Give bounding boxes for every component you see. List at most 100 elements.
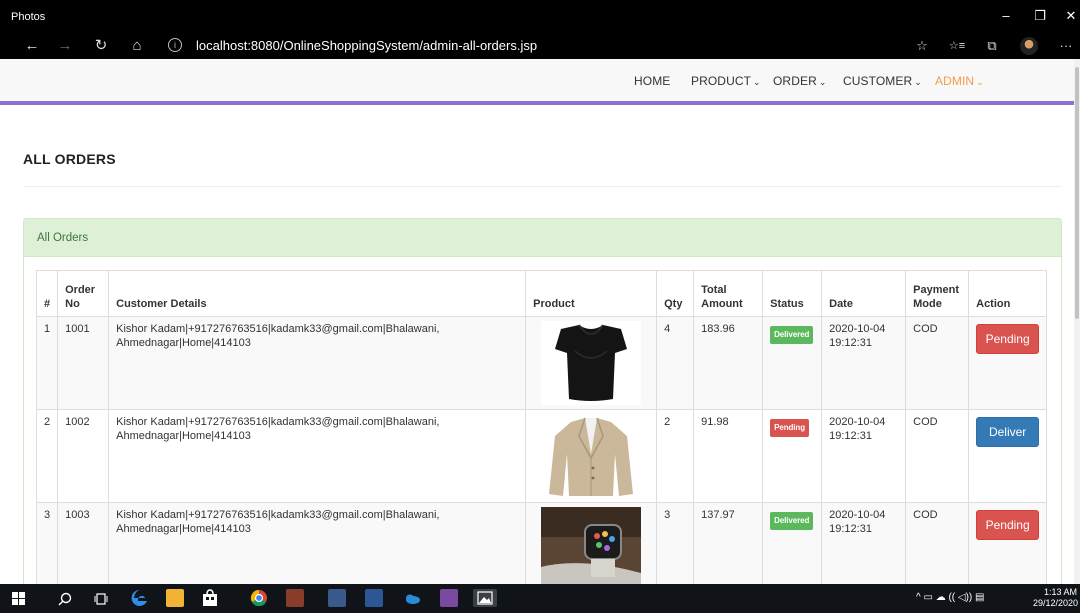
total-amount: 137.97 [693,502,764,584]
chevron-down-icon: ⌄ [753,77,761,87]
action-cell: Deliver [968,409,1048,503]
clock-time: 1:13 AM [1043,587,1077,597]
store-icon[interactable] [201,589,219,607]
favorites-list-icon[interactable]: ☆≡ [944,36,970,56]
back-button[interactable]: ← [22,36,42,56]
system-tray-icons[interactable]: ^ ▭ ☁ (( ◁)) ▤ [916,592,985,603]
taskbar: ^ ▭ ☁ (( ◁)) ▤ 1:13 AM 29/12/2020 [0,584,1080,613]
nav-customer[interactable]: CUSTOMER ⌄ [843,74,922,88]
nav-home-label: HOME [634,74,671,88]
customer-line-1: Kishor Kadam|+917276763516|kadamk33@gmai… [116,509,440,521]
page-title: ALL ORDERS [23,151,116,167]
time: 19:12:31 [829,523,872,535]
app-icon[interactable] [440,589,458,607]
app-icon[interactable] [328,589,346,607]
edge-browser-icon[interactable] [131,589,149,607]
nav-home[interactable]: HOME [634,74,670,88]
favorite-star-icon[interactable]: ☆ [912,36,932,56]
maximize-button[interactable]: ❐ [1032,8,1048,24]
customer-line-2: Ahmednagar|Home|414103 [116,337,251,349]
row-num: 2 [35,409,59,503]
close-window-button[interactable]: ✕ [1063,8,1079,24]
status-badge: Delivered [770,326,814,344]
date: 2020-10-04 [829,509,886,521]
address-bar[interactable]: localhost:8080/OnlineShoppingSystem/admi… [196,38,537,53]
photos-app-icon[interactable] [473,589,497,607]
order-date: 2020-10-04 19:12:31 [821,409,907,503]
nav-product-label: PRODUCT [691,74,752,88]
customer-line-1: Kishor Kadam|+917276763516|kadamk33@gmai… [116,323,440,335]
payment-mode: COD [905,502,970,584]
customer-line-1: Kishor Kadam|+917276763516|kadamk33@gmai… [116,416,440,428]
chevron-down-icon: ⌄ [914,77,922,87]
pending-button[interactable]: Pending [976,324,1040,354]
beige-blazer-image [541,414,642,498]
screen: Photos – ❐ ✕ ← → ↻ ⌂ i localhost:8080/On… [0,0,1080,613]
qty: 4 [656,316,695,410]
task-view-icon[interactable] [94,592,108,606]
home-button[interactable]: ⌂ [127,36,147,56]
refresh-button[interactable]: ↻ [91,36,111,56]
nav-customer-label: CUSTOMER [843,74,913,88]
nav-order[interactable]: ORDER ⌄ [773,74,827,88]
orders-panel: All Orders # Order No Customer Details P… [23,218,1062,584]
date: 2020-10-04 [829,416,886,428]
minimize-button[interactable]: – [998,8,1014,24]
word-icon[interactable] [365,589,383,607]
windows-start-icon[interactable] [12,592,25,605]
deliver-button[interactable]: Deliver [976,417,1040,447]
product-cell [525,316,658,410]
customer-details: Kishor Kadam|+917276763516|kadamk33@gmai… [108,316,527,410]
table-row: 1 1001 Kishor Kadam|+917276763516|kadamk… [35,316,1048,410]
black-top-image [541,321,642,405]
pending-button[interactable]: Pending [976,510,1040,540]
forward-button[interactable]: → [55,36,75,56]
col-header-customer: Customer Details [108,270,527,317]
browser-toolbar: ← → ↻ ⌂ i localhost:8080/OnlineShoppingS… [0,33,1080,59]
action-cell: Pending [968,316,1048,410]
qty: 3 [656,502,695,584]
game-app-icon[interactable] [286,589,304,607]
payment-mode: COD [905,409,970,503]
total-amount: 183.96 [693,316,764,410]
nav-order-label: ORDER [773,74,817,88]
table-header-row: # Order No Customer Details Product Qty … [35,270,1048,317]
smartwatch-image [541,507,642,584]
row-num: 1 [35,316,59,410]
status-cell: Delivered [762,502,823,584]
share-icon[interactable]: ⧉ [982,36,1002,56]
status-cell: Pending [762,409,823,503]
time: 19:12:31 [829,337,872,349]
order-no: 1003 [57,502,110,584]
chevron-down-icon: ⌄ [976,77,984,87]
nav-product[interactable]: PRODUCT ⌄ [691,74,761,88]
panel-heading: All Orders [24,219,1061,257]
webpage: HOME PRODUCT ⌄ ORDER ⌄ CUSTOMER ⌄ ADMIN ⌄ AL… [0,59,1074,584]
site-navbar: HOME PRODUCT ⌄ ORDER ⌄ CUSTOMER ⌄ ADMIN ⌄ [0,59,1074,105]
order-date: 2020-10-04 19:12:31 [821,502,907,584]
url-path: :8080/OnlineShoppingSystem/admin-all-ord… [247,38,538,53]
search-icon[interactable] [58,592,72,606]
onedrive-icon[interactable] [403,589,421,607]
chrome-icon[interactable] [250,589,268,607]
nav-admin[interactable]: ADMIN ⌄ [935,74,984,88]
row-num: 3 [35,502,59,584]
url-host: localhost [196,38,248,53]
panel-heading-label: All Orders [37,232,89,244]
time: 19:12:31 [829,430,872,442]
scrollbar-thumb[interactable] [1075,67,1079,319]
total-amount: 91.98 [693,409,764,503]
qty: 2 [656,409,695,503]
status-badge: Delivered [770,512,814,530]
payment-mode: COD [905,316,970,410]
orders-table: # Order No Customer Details Product Qty … [35,270,1048,584]
file-explorer-icon[interactable] [166,589,184,607]
status-cell: Delivered [762,316,823,410]
taskbar-clock[interactable]: 1:13 AM 29/12/2020 [1033,587,1078,609]
page-scrollbar[interactable] [1074,59,1080,584]
table-row: 3 1003 Kishor Kadam|+917276763516|kadamk… [35,502,1048,584]
site-info-icon[interactable]: i [168,38,182,52]
profile-avatar[interactable] [1020,37,1038,55]
more-menu-icon[interactable]: ··· [1056,36,1076,56]
col-header-status: Status [762,270,823,317]
